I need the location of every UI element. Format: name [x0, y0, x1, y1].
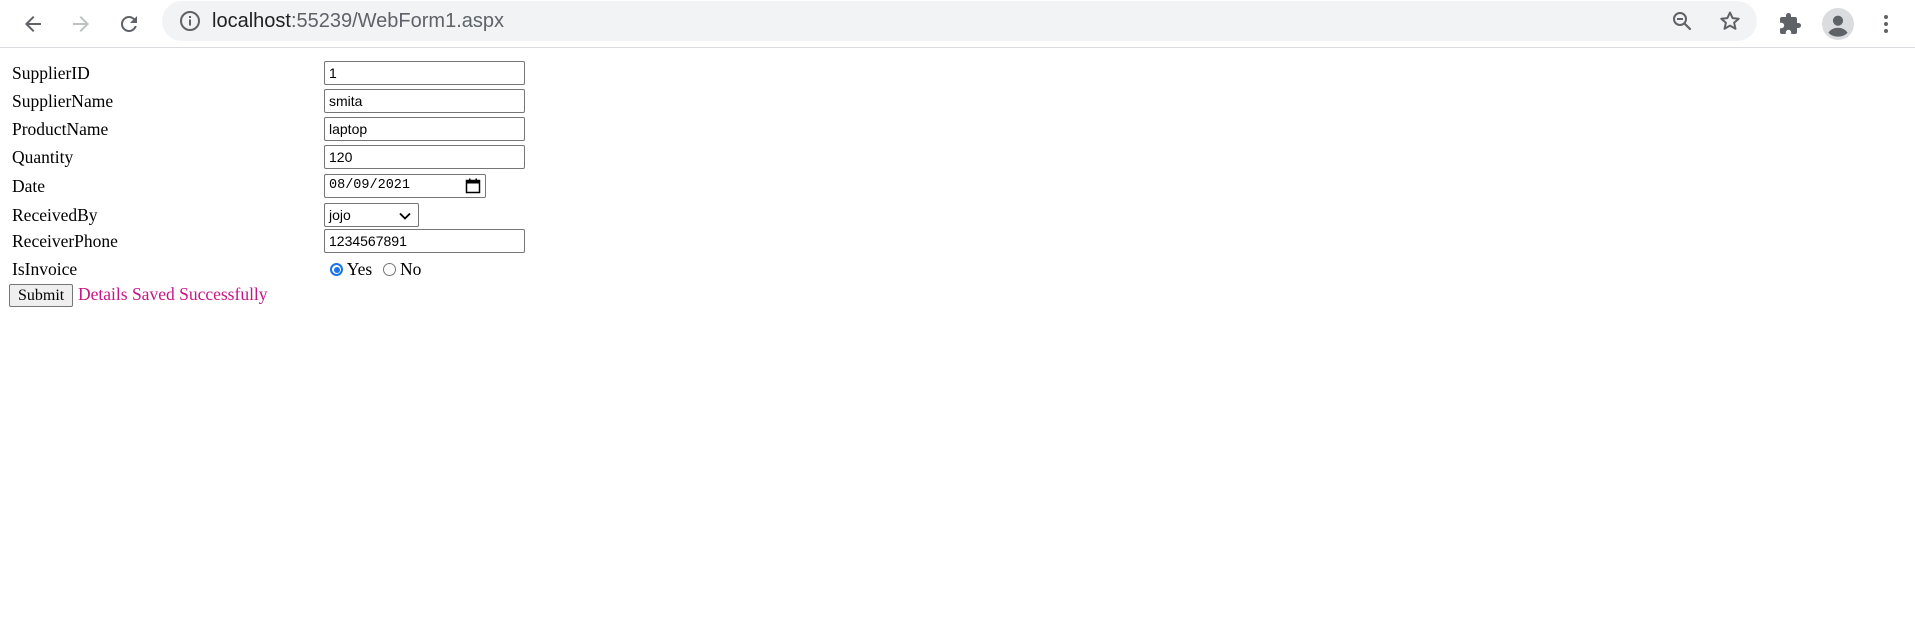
kebab-menu-icon [1884, 15, 1888, 33]
calendar-icon[interactable] [465, 178, 481, 194]
date-input[interactable]: 08/09/2021 [324, 174, 486, 198]
profile-icon [1822, 8, 1854, 40]
info-icon[interactable] [178, 9, 202, 33]
back-arrow-icon [25, 16, 41, 32]
url-path: :55239/WebForm1.aspx [290, 10, 505, 32]
product-name-label: ProductName [12, 119, 109, 139]
date-label: Date [12, 176, 46, 196]
forward-arrow-icon [73, 16, 89, 32]
is-invoice-yes-radio[interactable] [330, 263, 343, 276]
quantity-label: Quantity [12, 147, 74, 167]
reload-icon [120, 15, 137, 32]
puzzle-icon [1780, 13, 1801, 34]
url-text[interactable]: localhost:55239/WebForm1.aspx [212, 1, 504, 41]
date-value: 08/09/2021 [329, 178, 411, 193]
supplier-name-label: SupplierName [12, 91, 114, 111]
back-button[interactable] [13, 4, 53, 44]
star-icon[interactable] [1718, 9, 1742, 33]
received-by-label: ReceivedBy [12, 205, 98, 225]
product-name-input[interactable]: laptop [324, 117, 525, 141]
url-host: localhost [212, 10, 291, 32]
received-by-value: jojo [329, 207, 351, 223]
browser-toolbar: localhost:55239/WebForm1.aspx [0, 0, 1915, 48]
received-by-select[interactable]: jojo [324, 203, 419, 227]
is-invoice-label: IsInvoice [12, 259, 78, 279]
submit-button[interactable]: Submit [9, 284, 74, 307]
is-invoice-yes-label: Yes [346, 259, 373, 279]
is-invoice-no-label: No [399, 259, 422, 279]
is-invoice-no-radio[interactable] [382, 263, 396, 276]
quantity-input[interactable]: 120 [324, 145, 525, 169]
receiver-phone-input[interactable]: 1234567891 [324, 229, 525, 253]
reload-button[interactable] [109, 4, 149, 44]
browser-menu-button[interactable] [1866, 4, 1906, 44]
status-message: Details Saved Successfully [78, 284, 268, 304]
address-bar[interactable]: localhost:55239/WebForm1.aspx [162, 1, 1757, 41]
supplier-name-input[interactable]: smita [324, 89, 525, 113]
is-invoice-radio-group: Yes No [330, 258, 421, 280]
chevron-down-icon [399, 212, 411, 220]
extensions-button[interactable] [1770, 4, 1810, 44]
receiver-phone-label: ReceiverPhone [12, 231, 118, 251]
zoom-out-icon[interactable] [1670, 9, 1694, 33]
supplier-id-input[interactable]: 1 [324, 61, 525, 85]
profile-button[interactable] [1818, 4, 1858, 44]
forward-button[interactable] [61, 4, 101, 44]
supplier-id-label: SupplierID [12, 63, 90, 83]
